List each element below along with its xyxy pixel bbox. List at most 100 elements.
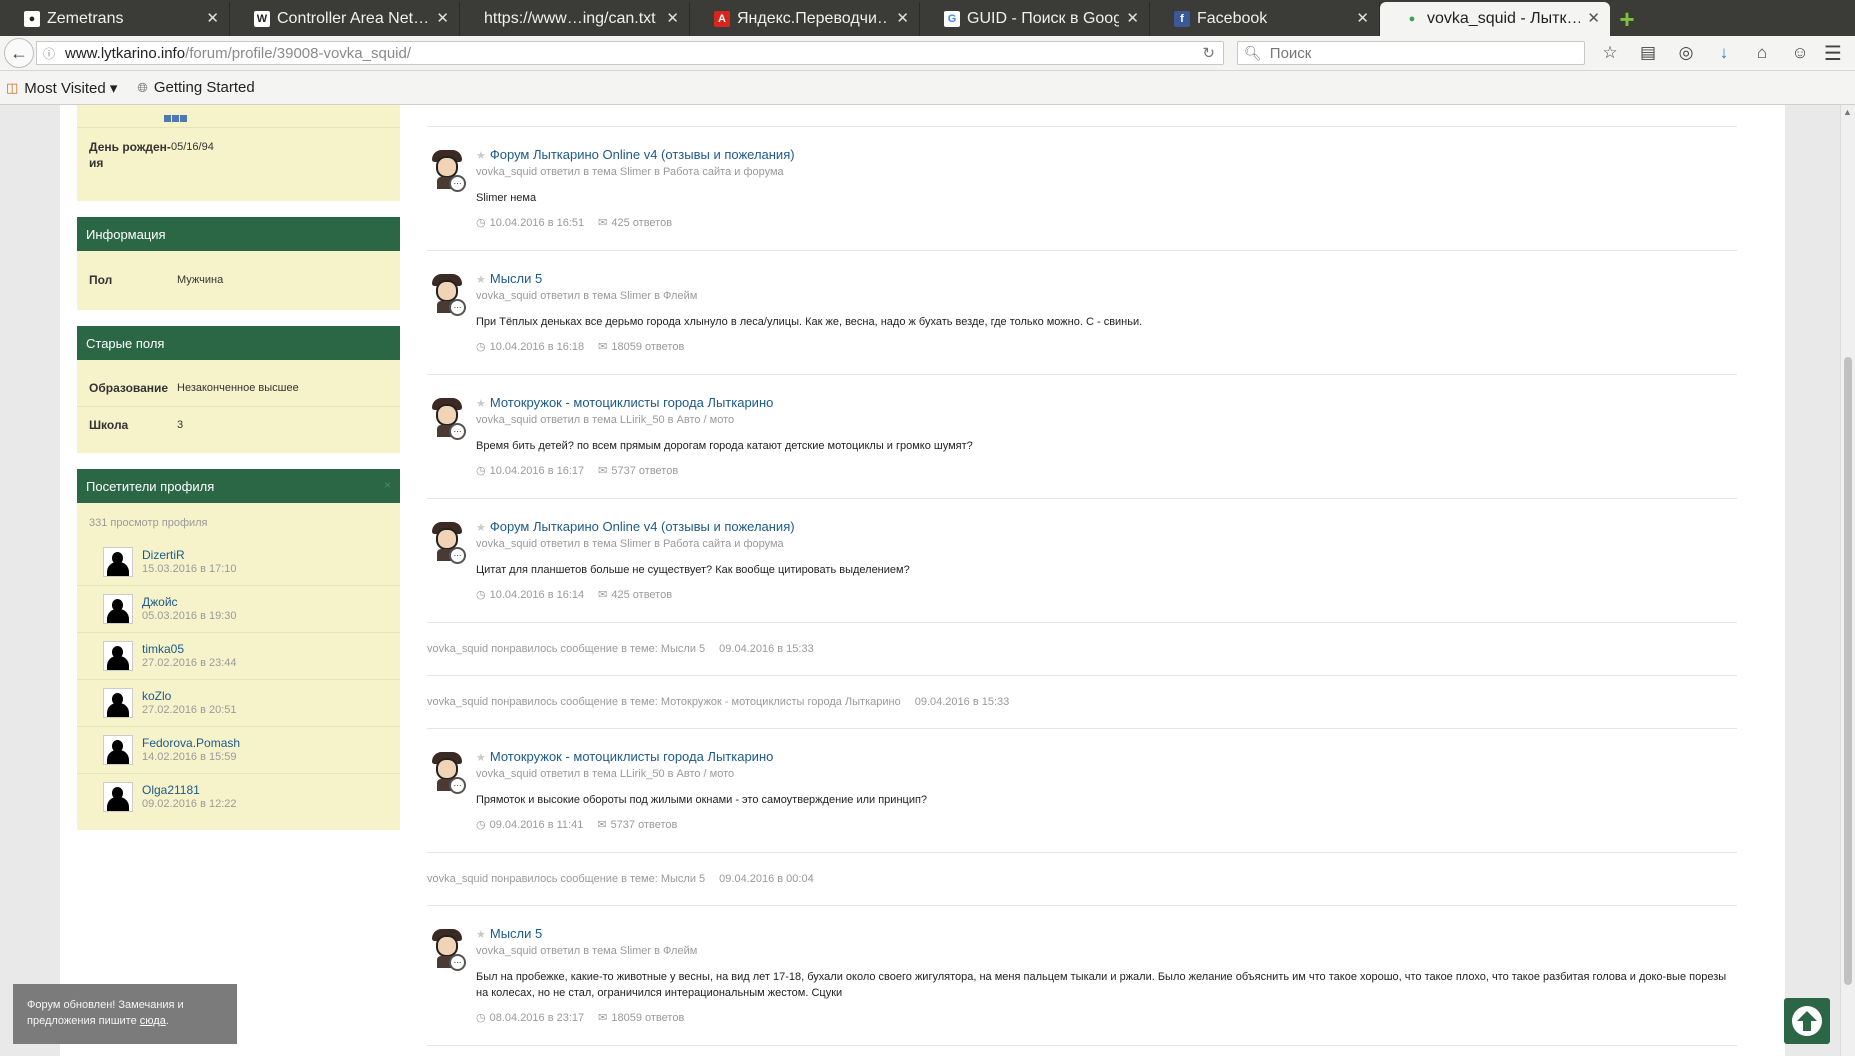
comment-icon: ✉ <box>598 217 608 229</box>
avatar[interactable]: ⋯ <box>429 520 469 564</box>
comment-bubble-icon: ⋯ <box>449 777 466 794</box>
comment-bubble-icon: ⋯ <box>449 547 466 564</box>
visitor-name[interactable]: DizertiR <box>142 548 237 562</box>
tab-close-icon[interactable]: ✕ <box>896 9 909 27</box>
downloads-icon[interactable]: ↓ <box>1710 42 1738 64</box>
school-value: 3 <box>177 419 184 431</box>
tab-label: vovka_squid - Лытк… <box>1427 10 1580 27</box>
avatar[interactable]: ⋯ <box>429 148 469 192</box>
site-icon: ● <box>1408 13 1416 25</box>
post-title-link[interactable]: Мотокружок - мотоциклисты города Лыткари… <box>490 749 773 764</box>
chat-icon[interactable]: ☺ <box>1786 42 1814 64</box>
post-activity: ⋯ ★ Форум Лыткарино Online v4 (отзывы и по… <box>427 499 1737 623</box>
avatar[interactable] <box>103 688 133 718</box>
star-icon[interactable]: ★ <box>476 274 486 286</box>
url-bar[interactable]: ⓘ www.lytkarino.info/forum/profile/39008… <box>36 41 1224 65</box>
scroll-up-icon[interactable]: ▲ <box>1843 107 1852 117</box>
like-text: vovka_squid понравилось сообщение в теме… <box>427 643 706 655</box>
tab-close-icon[interactable]: ✕ <box>1356 9 1369 27</box>
avatar[interactable] <box>103 782 133 812</box>
star-icon[interactable]: ★ <box>476 150 486 162</box>
comment-bubble-icon: ⋯ <box>449 175 466 192</box>
avatar[interactable] <box>103 735 133 765</box>
update-notice-toast: Форум обновлен! Замечания и предложения … <box>13 984 237 1044</box>
birthday-value: 05/16/94 <box>171 141 214 153</box>
reading-list-icon[interactable]: ▤ <box>1634 42 1662 64</box>
visitor-name[interactable]: koZlo <box>142 689 237 703</box>
visitor-name[interactable]: Olga21181 <box>142 783 237 797</box>
pocket-icon[interactable]: ◎ <box>1672 42 1700 64</box>
tab-label: Яндекс.Переводчи… <box>737 10 889 27</box>
browser-tab[interactable]: ● Zemetrans ✕ <box>0 2 230 36</box>
avatar[interactable]: ⋯ <box>429 750 469 794</box>
star-icon[interactable]: ★ <box>476 752 486 764</box>
search-bar[interactable]: 🔍︎ <box>1237 41 1585 65</box>
browser-tab[interactable]: ● vovka_squid - Лытк… ✕ <box>1380 2 1610 36</box>
tab-close-icon[interactable]: ✕ <box>436 9 449 27</box>
post-meta: vovka_squid ответил в тема LLirik_50 в А… <box>476 768 735 780</box>
post-activity: ⋯ ★ Мысли 5 vovka_squid ответил в тема Slim… <box>427 251 1737 375</box>
browser-tab[interactable]: f Facebook ✕ <box>1150 2 1380 36</box>
browser-tab[interactable]: W Controller Area Net… ✕ <box>230 2 460 36</box>
post-title-link[interactable]: Форум Лыткарино Online v4 (отзывы и поже… <box>490 519 795 534</box>
visitor-name[interactable]: Fedorova.Pomash <box>142 736 240 750</box>
identity-icon[interactable]: ⓘ <box>43 45 55 62</box>
post-title-link[interactable]: Форум Лыткарино Online v4 (отзывы и поже… <box>490 147 795 162</box>
info-box-title: Информация <box>77 217 400 251</box>
like-date: 09.04.2016 в 15:33 <box>719 643 814 655</box>
avatar[interactable]: ⋯ <box>429 272 469 316</box>
visitor-item[interactable]: Fedorova.Pomash 14.02.2016 в 15:59 <box>77 727 400 774</box>
bookmarks-toolbar: ◫ Most Visited ▾ 🌐︎ Getting Started <box>0 71 1855 105</box>
reload-icon[interactable]: ↻ <box>1202 44 1215 62</box>
post-activity: ⋯ ★ Мотокружок - мотоциклисты города Лытка… <box>427 375 1737 499</box>
bookmark-star-icon[interactable]: ☆ <box>1596 42 1624 64</box>
star-icon[interactable]: ★ <box>476 929 486 941</box>
post-date: ◷ 10.04.2016 в 16:18 <box>476 341 585 353</box>
avatar[interactable]: ⋯ <box>429 927 469 971</box>
star-icon[interactable]: ★ <box>476 522 486 534</box>
back-button[interactable]: ← <box>4 38 34 68</box>
browser-tab[interactable]: G GUID - Поиск в Google ✕ <box>920 2 1150 36</box>
hamburger-menu-icon[interactable]: ☰ <box>1819 42 1847 65</box>
tab-close-icon[interactable]: ✕ <box>1587 9 1600 27</box>
clock-icon: ◷ <box>476 341 486 353</box>
new-tab-button[interactable]: + <box>1610 2 1644 36</box>
avatar[interactable]: ⋯ <box>429 396 469 440</box>
visitor-item[interactable]: Olga21181 09.02.2016 в 12:22 <box>77 774 400 820</box>
home-icon[interactable]: ⌂ <box>1748 42 1776 64</box>
gender-badge-icon <box>164 115 187 122</box>
toast-link[interactable]: сюда <box>140 1015 166 1027</box>
scrollbar-thumb[interactable] <box>1844 357 1852 985</box>
visitor-item[interactable]: DizertiR 15.03.2016 в 17:10 <box>77 539 400 586</box>
visitor-item[interactable]: koZlo 27.02.2016 в 20:51 <box>77 680 400 727</box>
visitor-item[interactable]: Джойс 05.03.2016 в 19:30 <box>77 586 400 633</box>
like-activity: vovka_squid понравилось сообщение в теме… <box>427 623 1737 676</box>
bookmark-most-visited[interactable]: ◫ Most Visited ▾ <box>6 79 117 97</box>
arrow-up-icon <box>1792 1006 1822 1036</box>
avatar[interactable] <box>103 594 133 624</box>
close-icon[interactable]: × <box>384 478 391 492</box>
post-title-link[interactable]: Мысли 5 <box>490 271 542 286</box>
url-text[interactable]: www.lytkarino.info/forum/profile/39008-v… <box>65 45 411 62</box>
tab-close-icon[interactable]: ✕ <box>206 9 219 27</box>
tab-close-icon[interactable]: ✕ <box>666 9 679 27</box>
avatar[interactable] <box>103 547 133 577</box>
post-meta: vovka_squid ответил в тема Slimer в Рабо… <box>476 538 784 550</box>
clock-icon: ◷ <box>476 1012 486 1024</box>
visitor-name[interactable]: Джойс <box>142 595 237 609</box>
scroll-to-top-button[interactable] <box>1784 998 1830 1044</box>
post-title-link[interactable]: Мысли 5 <box>490 926 542 941</box>
feed-divider <box>427 105 1737 127</box>
visitor-item[interactable]: timka05 27.02.2016 в 23:44 <box>77 633 400 680</box>
star-icon[interactable]: ★ <box>476 398 486 410</box>
browser-tab[interactable]: https://www…ing/can.txt ✕ <box>460 2 690 36</box>
gender-value: Мужчина <box>177 274 224 286</box>
search-input[interactable] <box>1267 43 1572 63</box>
avatar[interactable] <box>103 641 133 671</box>
bookmark-getting-started[interactable]: 🌐︎ Getting Started <box>137 79 254 96</box>
visitor-name[interactable]: timka05 <box>142 642 237 656</box>
tab-close-icon[interactable]: ✕ <box>1126 9 1139 27</box>
post-title-link[interactable]: Мотокружок - мотоциклисты города Лыткари… <box>490 395 773 410</box>
page-scrollbar[interactable]: ▲ <box>1840 105 1855 1056</box>
browser-tab[interactable]: A Яндекс.Переводчи… ✕ <box>690 2 920 36</box>
